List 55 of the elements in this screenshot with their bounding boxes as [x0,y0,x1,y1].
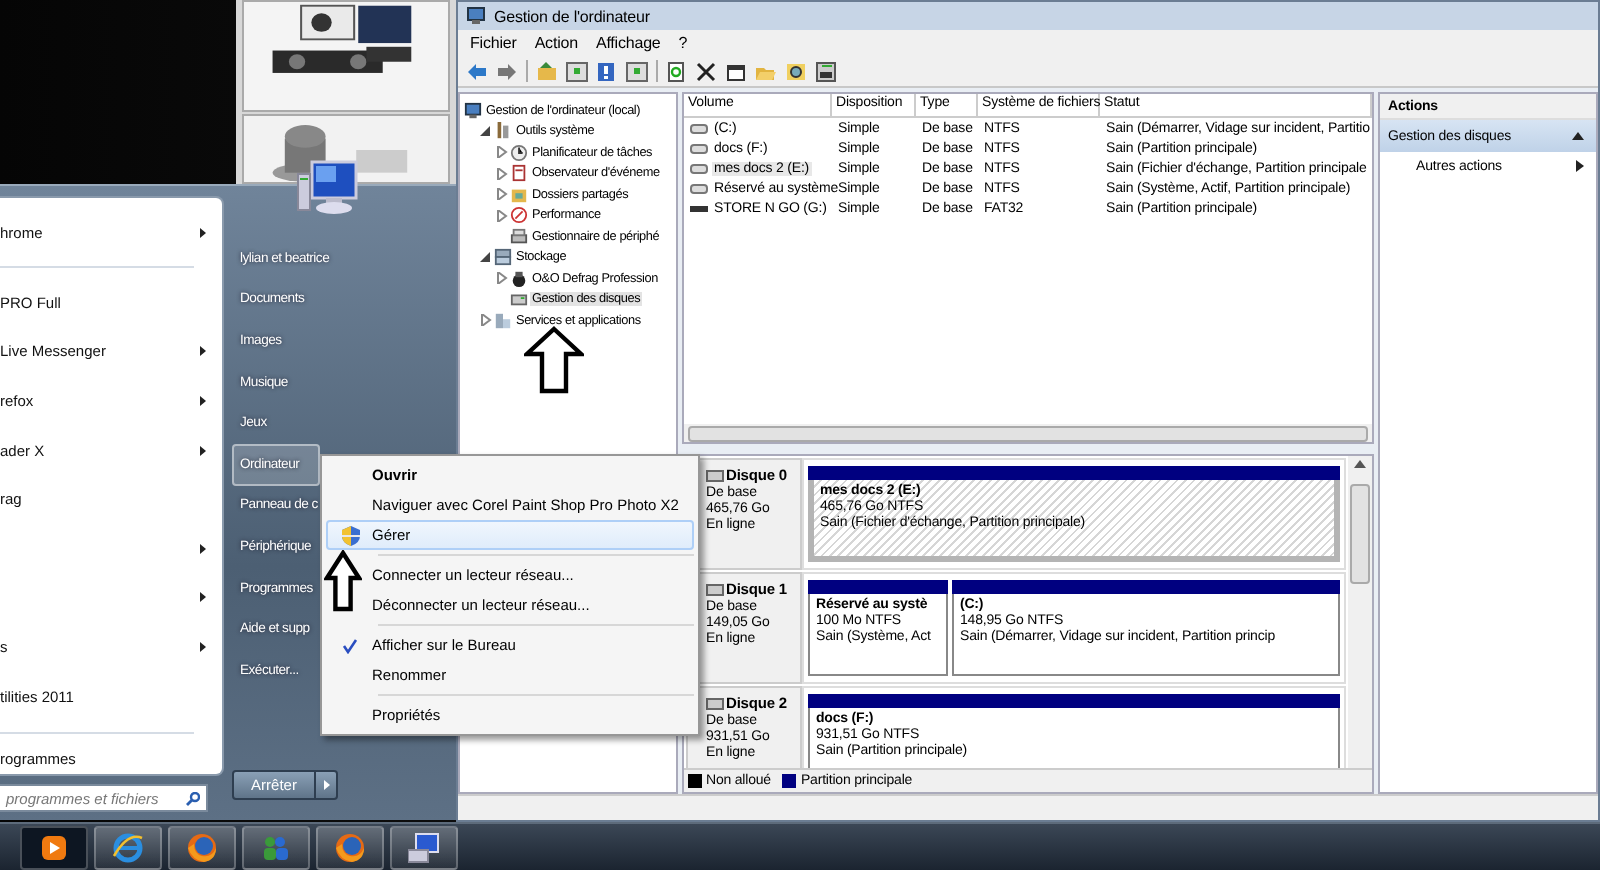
panel-icon[interactable] [566,61,588,81]
back-arrow-icon[interactable] [466,61,488,81]
partition-bar [808,580,948,594]
tree-node-icon [510,185,528,204]
people-icon [260,831,292,863]
tree-node-icon [494,122,512,141]
computer-icon [296,158,364,218]
shutdown-options-button[interactable] [316,770,338,800]
panel-icon[interactable] [626,61,648,81]
expand-arrow-icon[interactable] [496,188,508,201]
taskbar-button[interactable] [316,825,384,869]
scrollbar[interactable] [688,425,1368,441]
fox-globe-icon [334,831,366,863]
submenu-arrow-icon [1576,160,1584,172]
properties-icon[interactable] [726,61,748,81]
taskbar-button[interactable] [168,825,236,869]
refresh-icon[interactable] [666,61,688,81]
shield-icon [341,525,359,545]
browser-e-icon [112,831,144,863]
expand-arrow-icon[interactable] [496,272,508,285]
tree-node-icon [464,101,482,120]
expand-arrow-icon[interactable] [496,146,508,159]
expand-arrow-icon[interactable] [480,314,492,327]
computer-icon [408,831,440,863]
menu-item[interactable]: Fichier [470,34,517,52]
tree-node-icon [510,269,528,288]
collapse-arrow-icon[interactable] [480,251,492,264]
scroll-up-icon [1354,460,1366,468]
scrollbar[interactable] [1350,484,1370,584]
tree-node-icon [510,143,528,162]
fox-globe-icon [186,831,218,863]
tree-node-icon [510,290,528,309]
tree-node-icon [510,164,528,183]
menu-item[interactable]: ? [678,34,688,52]
tree-node-icon [494,311,512,330]
caret-icon [323,780,329,790]
taskbar-button[interactable] [390,825,458,869]
media-player-icon [38,831,70,863]
menu-item[interactable]: Affichage [595,34,661,52]
forward-arrow-icon[interactable] [496,61,518,81]
folder-up-icon[interactable] [536,61,558,81]
tree-node-icon [510,206,528,225]
up-arrow-drawing [524,326,584,394]
tree-node-icon [494,248,512,267]
collapse-arrow-icon [1572,132,1584,140]
expand-arrow-icon[interactable] [496,209,508,222]
taskbar-button[interactable] [94,825,162,869]
collapse-arrow-icon[interactable] [480,125,492,138]
menu-item[interactable]: Action [534,34,578,52]
window-title: Gestion de l'ordinateur [494,7,650,25]
tree-node-icon [510,227,528,246]
taskbar-button[interactable] [20,825,88,869]
expand-arrow-icon[interactable] [496,167,508,180]
computer-icon [466,6,486,26]
delete-icon[interactable] [696,61,718,81]
